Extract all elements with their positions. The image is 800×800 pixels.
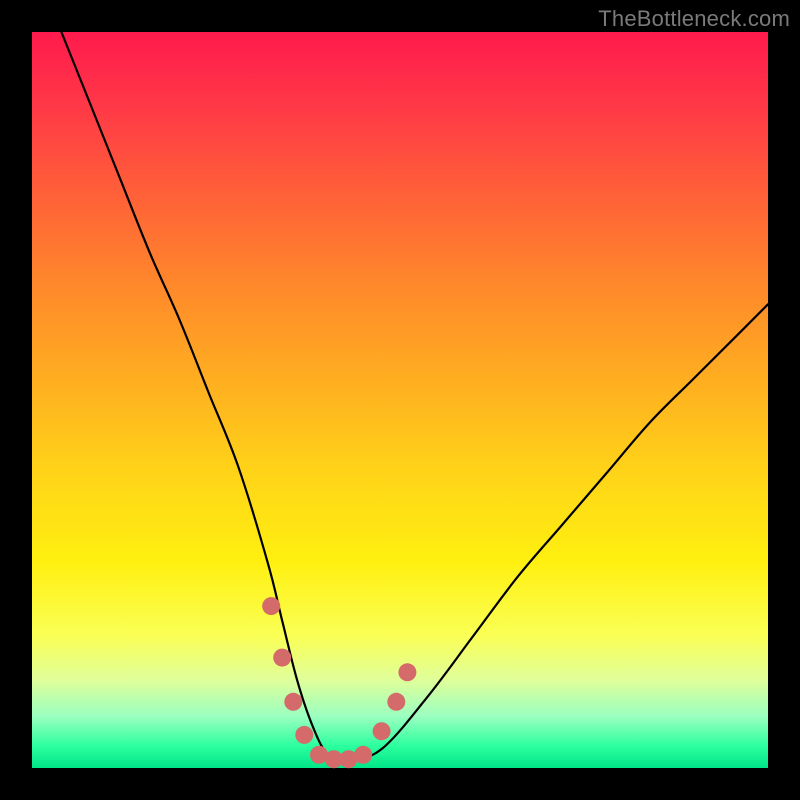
chart-frame: TheBottleneck.com [0, 0, 800, 800]
threshold-dots [262, 597, 416, 768]
threshold-dot [273, 649, 291, 667]
threshold-dot [354, 746, 372, 764]
watermark-text: TheBottleneck.com [598, 6, 790, 32]
threshold-dot [295, 726, 313, 744]
threshold-dot [398, 663, 416, 681]
threshold-dot [387, 693, 405, 711]
plot-area [32, 32, 768, 768]
curve-layer [32, 32, 768, 768]
threshold-dot [284, 693, 302, 711]
threshold-dot [262, 597, 280, 615]
threshold-dot [373, 722, 391, 740]
bottleneck-curve [61, 32, 768, 762]
